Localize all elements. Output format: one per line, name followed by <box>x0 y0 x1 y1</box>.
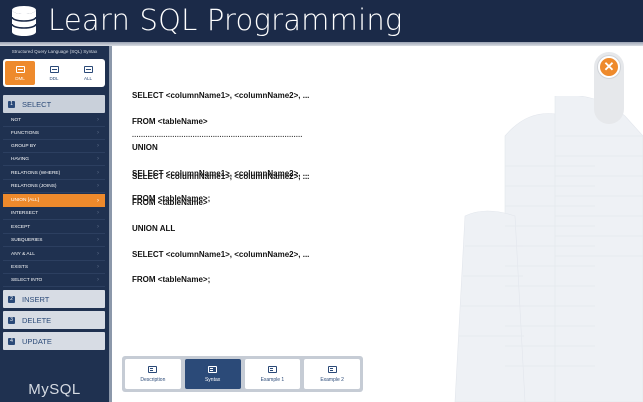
search-doc-icon <box>148 365 158 373</box>
list-icon <box>208 365 218 373</box>
chevron-right-icon: › <box>97 264 99 270</box>
ddl-icon <box>49 65 59 73</box>
sidebar-item-select-into[interactable]: SELECT INTO › <box>3 274 105 287</box>
section-delete[interactable]: 3 DELETE <box>3 311 105 329</box>
description-label: Description <box>140 376 166 383</box>
sidebar: Structured Query Language (SQL) Syntax D… <box>0 46 112 402</box>
all-icon <box>83 65 93 73</box>
section-insert[interactable]: 2 INSERT <box>3 290 105 308</box>
chevron-right-icon: › <box>97 130 99 136</box>
app-title: Learn SQL Programming <box>48 3 403 37</box>
app-header: Learn SQL Programming <box>0 0 643 42</box>
tab-dml-label: DML <box>15 75 25 81</box>
sidebar-item-not[interactable]: NOT › <box>3 114 105 127</box>
section-label: INSERT <box>22 294 50 304</box>
code-line: SELECT <columnName1>, <columnName2>, ... <box>132 91 310 101</box>
dml-icon <box>15 65 25 73</box>
main-content: SELECT <columnName1>, <columnName2>, ...… <box>115 46 643 402</box>
example-2-button[interactable]: Example 2 <box>304 359 360 389</box>
example-1-label: Example 1 <box>260 376 285 383</box>
chevron-right-icon: › <box>97 117 99 123</box>
code-line: FROM <tableName> <box>132 116 208 126</box>
sidebar-item-except[interactable]: EXCEPT › <box>3 221 105 234</box>
chevron-right-icon: › <box>97 183 99 189</box>
chevron-right-icon: › <box>97 197 99 204</box>
chevron-right-icon: › <box>97 210 99 216</box>
code-line: FROM <tableName>; <box>132 275 211 285</box>
tab-ddl-label: DDL <box>49 75 59 81</box>
section-label: UPDATE <box>22 336 52 346</box>
close-icon: ✕ <box>603 59 615 74</box>
tab-all[interactable]: ALL <box>73 61 103 85</box>
section-number: 1 <box>8 100 15 108</box>
sidebar-item-group-by[interactable]: GROUP BY › <box>3 140 105 153</box>
chevron-right-icon: › <box>97 277 99 283</box>
tab-all-label: ALL <box>83 75 92 81</box>
code-block-union-all: SELECT <columnName1>, <columnName2>, ...… <box>132 156 309 302</box>
sidebar-caption: Structured Query Language (SQL) Syntax <box>11 49 98 54</box>
sidebar-item-having[interactable]: HAVING › <box>3 153 105 166</box>
sidebar-item-relations-joins[interactable]: RELATIONS (JOINS) › <box>3 180 105 193</box>
bottom-toolbar: Description Syntax Example 1 Example 2 <box>122 356 363 392</box>
building-background-image <box>454 96 643 402</box>
section-label: DELETE <box>22 315 52 325</box>
section-number: 2 <box>8 295 15 303</box>
mysql-logo: MySQL <box>28 381 81 398</box>
sidebar-item-exists[interactable]: EXISTS › <box>3 261 105 274</box>
sidebar-item-any-all[interactable]: ANY & ALL › <box>3 248 105 261</box>
mode-tabs: DML DDL ALL <box>3 59 105 87</box>
code-line: UNION ALL <box>132 223 176 233</box>
code-line: FROM <tableName> <box>132 197 208 207</box>
section-label: SELECT <box>22 99 52 109</box>
syntax-button[interactable]: Syntax <box>184 359 241 389</box>
chevron-right-icon: › <box>97 170 99 176</box>
example-2-label: Example 2 <box>320 376 344 383</box>
code-line: UNION <box>132 142 158 152</box>
sidebar-item-subqueries[interactable]: SUBQUERIES › <box>3 234 105 247</box>
chevron-right-icon: › <box>97 224 99 230</box>
sidebar-item-functions[interactable]: FUNCTIONS › <box>3 127 105 140</box>
table-doc-icon <box>327 365 337 373</box>
close-button[interactable]: ✕ <box>598 56 620 78</box>
chevron-right-icon: › <box>97 143 99 149</box>
chevron-right-icon: › <box>97 156 99 162</box>
tab-ddl[interactable]: DDL <box>39 61 69 85</box>
code-line: SELECT <columnName1>, <columnName2>, ... <box>132 249 310 259</box>
tab-dml[interactable]: DML <box>5 61 35 85</box>
database-icon <box>11 6 37 36</box>
section-number: 4 <box>8 337 15 345</box>
sidebar-item-union-all[interactable]: UNION [ALL] › <box>3 194 105 207</box>
sidebar-item-intersect[interactable]: INTERSECT › <box>3 207 105 220</box>
code-line: SELECT <columnName1>, <columnName2>, ... <box>132 172 310 182</box>
chevron-right-icon: › <box>97 251 99 257</box>
example-1-button[interactable]: Example 1 <box>244 359 301 389</box>
table-doc-icon <box>267 365 277 373</box>
section-number: 3 <box>8 316 15 324</box>
chevron-right-icon: › <box>97 237 99 243</box>
code-separator: ........................................… <box>132 132 303 139</box>
section-update[interactable]: 4 UPDATE <box>3 332 105 350</box>
description-button[interactable]: Description <box>125 359 181 389</box>
sidebar-item-relations-where[interactable]: RELATIONS (WHERE) › <box>3 167 105 180</box>
section-select[interactable]: 1 SELECT <box>3 95 105 113</box>
syntax-label: Syntax <box>204 376 221 383</box>
